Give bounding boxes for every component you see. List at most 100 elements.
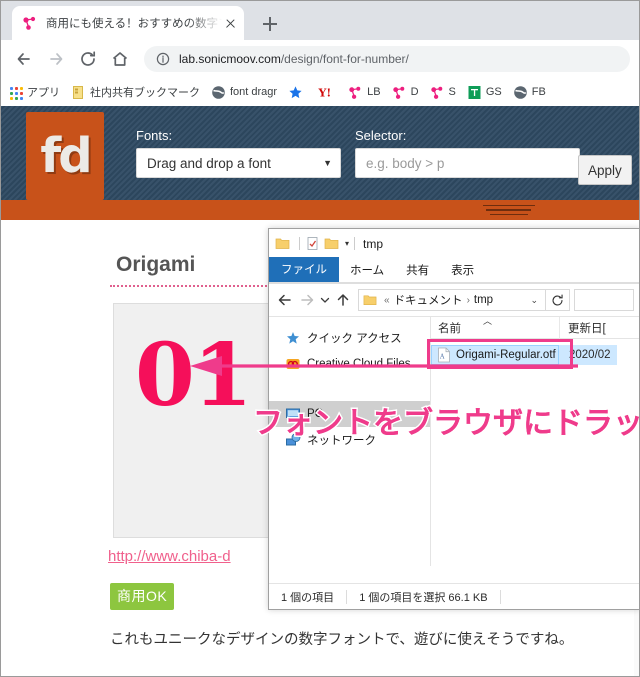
column-header-date[interactable]: 更新日[ bbox=[559, 316, 606, 339]
bookmark-d[interactable]: D bbox=[392, 85, 419, 100]
selector-group: Selector: e.g. body > p bbox=[355, 128, 580, 178]
status-item-count: 1 個の項目 bbox=[281, 591, 335, 604]
properties-icon[interactable] bbox=[305, 236, 320, 251]
column-header-name[interactable]: 名前 ︿ bbox=[431, 316, 559, 336]
bookmark-fontdragr[interactable]: font dragr bbox=[211, 85, 277, 100]
address-bar-url: lab.sonicmoov.com/design/font-for-number… bbox=[179, 52, 409, 66]
body-paragraph: これもユニークなデザインの数字フォントで、遊びに使えそうですね。 bbox=[110, 632, 574, 648]
nav-item-label: クイック アクセス bbox=[307, 333, 402, 345]
forward-arrow-icon bbox=[42, 45, 70, 73]
fontdragr-toolbar: fd Fonts: Drag and drop a font ▼ Selecto… bbox=[0, 106, 640, 220]
bookmark-s[interactable]: S bbox=[430, 85, 456, 100]
font-select-value: Drag and drop a font bbox=[147, 155, 271, 171]
star-pin-icon bbox=[285, 330, 301, 346]
close-icon[interactable] bbox=[222, 15, 238, 31]
star-icon bbox=[288, 85, 303, 100]
bookmark-label: font dragr bbox=[230, 86, 278, 98]
chevron-down-icon[interactable] bbox=[318, 289, 332, 311]
home-icon[interactable] bbox=[106, 45, 134, 73]
document-icon bbox=[71, 85, 86, 100]
chevron-down-icon[interactable]: ⌄ bbox=[530, 295, 541, 306]
annotation-caption: フォントをブラウザにドラッグ bbox=[253, 407, 640, 440]
bookmark-gs[interactable]: GS bbox=[467, 85, 502, 100]
bookmark-star[interactable] bbox=[288, 85, 307, 100]
bookmarks-bar: アプリ 社内共有ブックマーク font dragr Y! LB D S GS F… bbox=[0, 78, 640, 106]
fonts-group: Fonts: Drag and drop a font ▼ bbox=[136, 128, 341, 178]
bookmark-label: LB bbox=[367, 86, 381, 98]
explorer-status-bar: 1 個の項目 1 個の項目を選択 66.1 KB bbox=[269, 583, 639, 609]
resize-grip-icon[interactable] bbox=[483, 205, 535, 216]
tab-strip: 商用にも使える！おすすめの数字フォ bbox=[0, 0, 640, 40]
selector-input[interactable]: e.g. body > p bbox=[355, 148, 580, 178]
bookmark-label: D bbox=[410, 86, 419, 98]
chevron-down-icon: ▼ bbox=[323, 158, 332, 168]
forward-arrow-icon bbox=[296, 289, 318, 311]
new-tab-button[interactable] bbox=[258, 12, 282, 36]
new-folder-icon[interactable] bbox=[324, 236, 339, 251]
sheets-icon bbox=[467, 85, 482, 100]
divider bbox=[499, 589, 501, 604]
folder-icon bbox=[363, 293, 377, 307]
globe-icon bbox=[211, 85, 226, 100]
explorer-address-row: « ドキュメント › tmp ⌄ bbox=[269, 284, 639, 316]
globe-icon bbox=[513, 85, 528, 100]
divider bbox=[299, 237, 300, 250]
divider bbox=[354, 237, 356, 250]
breadcrumb[interactable]: « ドキュメント › tmp ⌄ bbox=[358, 289, 546, 311]
bookmark-label: GS bbox=[485, 86, 502, 98]
browser-toolbar: lab.sonicmoov.com/design/font-for-number… bbox=[0, 40, 640, 78]
back-arrow-icon[interactable] bbox=[10, 45, 38, 73]
address-bar[interactable]: lab.sonicmoov.com/design/font-for-number… bbox=[144, 46, 630, 72]
bookmark-apps[interactable]: アプリ bbox=[8, 84, 60, 100]
fontdragr-icon bbox=[430, 85, 445, 100]
explorer-ribbon-tabs: ファイル ホーム 共有 表示 bbox=[269, 257, 639, 282]
ribbon-tab-view[interactable]: 表示 bbox=[440, 259, 485, 282]
back-arrow-icon[interactable] bbox=[274, 289, 296, 311]
fonts-label: Fonts: bbox=[136, 128, 173, 143]
breadcrumb-documents[interactable]: ドキュメント bbox=[394, 292, 463, 308]
bookmark-lb[interactable]: LB bbox=[348, 85, 381, 100]
explorer-title: tmp bbox=[363, 236, 384, 251]
ribbon-tab-home[interactable]: ホーム bbox=[339, 259, 395, 282]
selector-label: Selector: bbox=[355, 128, 407, 143]
breadcrumb-tmp[interactable]: tmp bbox=[474, 294, 493, 306]
reload-icon[interactable] bbox=[74, 45, 102, 73]
customize-caret-icon[interactable]: ▾ bbox=[345, 239, 349, 248]
browser-window: 商用にも使える！おすすめの数字フォ lab.sonicmoov.com/desi… bbox=[0, 0, 640, 677]
bookmark-label: S bbox=[448, 86, 456, 98]
bookmark-shared[interactable]: 社内共有ブックマーク bbox=[71, 84, 200, 100]
yahoo-icon: Y! bbox=[318, 85, 333, 100]
fontdragr-logo: fd bbox=[26, 112, 104, 200]
breadcrumb-overflow[interactable]: « bbox=[384, 295, 390, 306]
fontdragr-icon bbox=[348, 85, 363, 100]
source-link[interactable]: http://www.chiba-d bbox=[108, 548, 231, 565]
svg-text:Y!: Y! bbox=[318, 86, 331, 99]
breadcrumb-separator: › bbox=[466, 294, 470, 306]
apply-label: Apply bbox=[588, 162, 622, 178]
fontdragr-icon bbox=[22, 15, 38, 31]
apply-button[interactable]: Apply bbox=[578, 155, 632, 185]
status-badge: 商用OK bbox=[110, 583, 175, 610]
browser-tab[interactable]: 商用にも使える！おすすめの数字フォ bbox=[12, 6, 244, 40]
bookmark-label: 社内共有ブックマーク bbox=[90, 87, 200, 99]
font-select[interactable]: Drag and drop a font ▼ bbox=[136, 148, 341, 178]
ribbon-tab-share[interactable]: 共有 bbox=[395, 259, 440, 282]
column-headers: 名前 ︿ 更新日[ bbox=[431, 316, 639, 339]
ribbon-tab-file[interactable]: ファイル bbox=[269, 257, 339, 282]
sort-ascending-caret-icon: ︿ bbox=[483, 315, 493, 326]
info-circle-icon[interactable] bbox=[156, 52, 170, 66]
page-title: Origami bbox=[116, 253, 196, 276]
bookmark-yahoo[interactable]: Y! bbox=[318, 85, 337, 100]
nav-item-quick-access[interactable]: クイック アクセス bbox=[269, 325, 430, 351]
column-header-name-label: 名前 bbox=[438, 322, 461, 335]
fontdragr-footer bbox=[0, 200, 640, 220]
refresh-icon[interactable] bbox=[546, 289, 570, 311]
up-arrow-icon[interactable] bbox=[332, 289, 354, 311]
apps-grid-icon bbox=[8, 85, 23, 100]
bookmark-fb[interactable]: FB bbox=[513, 85, 546, 100]
fontdragr-icon bbox=[392, 85, 407, 100]
explorer-search-input[interactable] bbox=[574, 289, 634, 311]
explorer-title-bar: ▾ tmp bbox=[269, 229, 639, 258]
fontdragr-logo-text: fd bbox=[40, 128, 92, 184]
folder-icon[interactable] bbox=[275, 236, 290, 251]
